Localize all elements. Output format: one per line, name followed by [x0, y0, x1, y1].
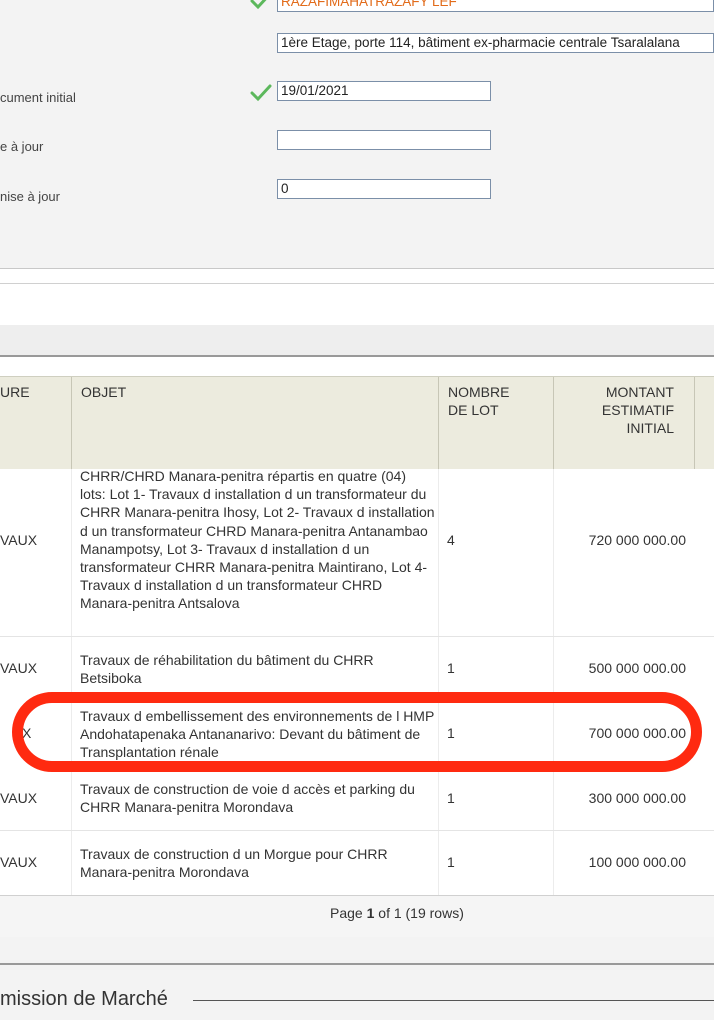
cell-amount: 500 000 000.00 — [588, 660, 686, 676]
update-count-field[interactable]: 0 — [277, 179, 491, 199]
date-update-field[interactable] — [277, 130, 491, 150]
form-section: RAZAFIMAHATRAZAFY LEF 1ère Etage, porte … — [0, 0, 714, 268]
column-separator — [553, 377, 554, 469]
cell-lot: 1 — [447, 790, 455, 806]
col-amount-header-line: INITIAL — [626, 420, 674, 436]
pagination-text: Page 1 of 1 (19 rows) — [330, 905, 464, 921]
cell-lot: 1 — [447, 660, 455, 676]
date-initial-label: cument initial — [0, 90, 76, 105]
cell-lot: 1 — [447, 725, 455, 741]
cell-separator — [553, 701, 554, 767]
cell-nature: X — [22, 725, 32, 741]
cell-amount: 100 000 000.00 — [588, 854, 686, 870]
cell-separator — [553, 469, 554, 636]
cell-nature: VAUX — [0, 854, 38, 870]
col-amount-header-line: ESTIMATIF — [601, 402, 674, 418]
table-row[interactable]: VAUX Travaux de construction d un Morgue… — [0, 831, 714, 896]
table-row[interactable]: VAUX Travaux de construction de voie d a… — [0, 767, 714, 831]
spacer-band — [0, 283, 714, 326]
cell-separator — [438, 637, 439, 701]
pagination-bar: Page 1 of 1 (19 rows) — [0, 895, 714, 939]
col-nature-header[interactable]: URE — [0, 383, 30, 401]
pagination-prefix: Page — [330, 905, 367, 921]
column-separator — [71, 377, 72, 469]
cell-objet: Travaux de construction de voie d accès … — [80, 781, 415, 816]
update-count-label: nise à jour — [0, 189, 60, 204]
cell-amount: 300 000 000.00 — [588, 790, 686, 806]
cell-nature: VAUX — [0, 790, 38, 806]
top-field[interactable]: RAZAFIMAHATRAZAFY LEF — [277, 0, 714, 12]
cell-separator — [438, 701, 439, 767]
table-toolbar — [0, 325, 714, 357]
col-amount-header-line: MONTANT — [605, 384, 674, 400]
cell-separator — [553, 637, 554, 701]
cell-separator — [71, 637, 72, 701]
date-initial-field[interactable]: 19/01/2021 — [277, 81, 491, 101]
cell-objet: CHRR/CHRD Manara-penitra répartis en qua… — [80, 468, 435, 612]
divider — [0, 268, 714, 269]
cell-separator — [71, 701, 72, 767]
cell-objet: Travaux de construction d un Morgue pour… — [80, 846, 388, 881]
address-field[interactable]: 1ère Etage, porte 114, bâtiment ex-pharm… — [277, 33, 714, 53]
cell-lot: 4 — [447, 532, 455, 548]
cell-objet: Travaux d embellissement des environneme… — [80, 708, 435, 761]
table-header: URE OBJET NOMBRE DE LOT MONTANT ESTIMATI… — [0, 376, 714, 470]
col-lot-header[interactable]: NOMBRE DE LOT — [448, 383, 509, 419]
legend-rule — [193, 1000, 714, 1001]
table-row[interactable]: VAUX Travaux de réhabilitation du bâtime… — [0, 637, 714, 702]
check-icon — [250, 0, 267, 10]
cell-separator — [438, 831, 439, 895]
col-amount-header[interactable]: MONTANT ESTIMATIF INITIAL — [560, 383, 674, 437]
cell-objet: Travaux de réhabilitation du bâtiment du… — [80, 652, 374, 687]
cell-separator — [553, 767, 554, 830]
col-objet-header[interactable]: OBJET — [81, 383, 126, 401]
divider — [0, 963, 714, 965]
col-lot-header-line: DE LOT — [448, 402, 499, 418]
cell-nature: VAUX — [0, 660, 38, 676]
col-lot-header-line: NOMBRE — [448, 384, 510, 400]
cell-separator — [438, 469, 439, 636]
section-legend: mission de Marché — [0, 988, 168, 1010]
cell-separator — [71, 469, 72, 636]
cell-nature: VAUX — [0, 532, 38, 548]
table-row[interactable]: VAUX CHRR/CHRD Manara-penitra répartis e… — [0, 468, 714, 637]
cell-separator — [438, 767, 439, 830]
date-update-label: e à jour — [0, 139, 44, 154]
column-separator — [694, 377, 695, 469]
cell-amount: 720 000 000.00 — [588, 532, 686, 548]
cell-separator — [553, 831, 554, 895]
check-icon — [250, 84, 272, 102]
cell-amount: 700 000 000.00 — [588, 725, 686, 741]
table-row[interactable]: X Travaux d embellissement des environne… — [0, 701, 714, 768]
cell-separator — [71, 831, 72, 895]
cell-separator — [71, 767, 72, 830]
column-separator — [438, 377, 439, 469]
pagination-total: of 1 (19 rows) — [374, 905, 464, 921]
cell-lot: 1 — [447, 854, 455, 870]
